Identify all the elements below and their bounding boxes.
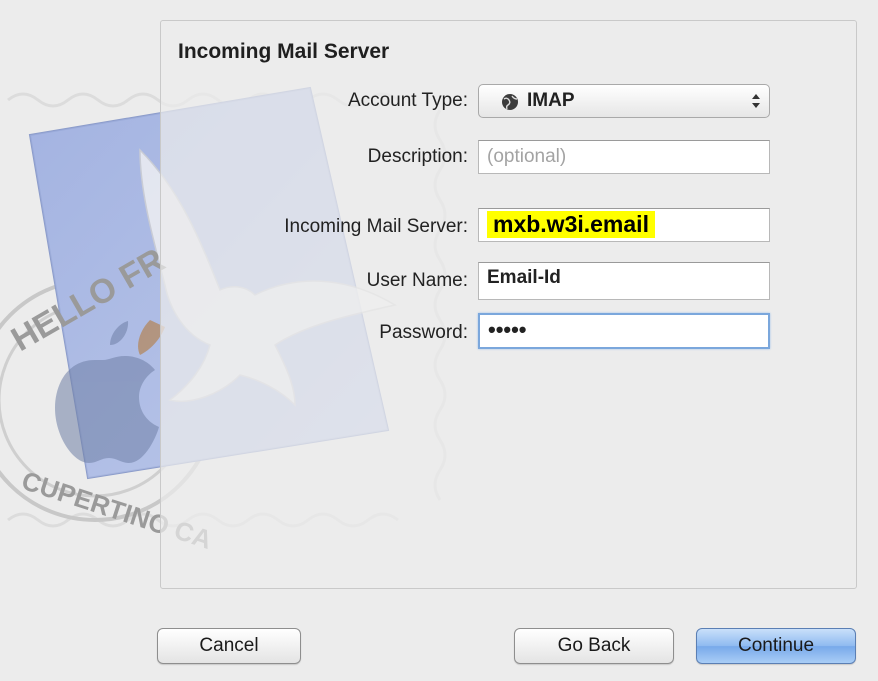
account-type-label: Account Type: xyxy=(347,90,468,111)
account-type-select[interactable]: IMAP xyxy=(478,84,770,118)
continue-button[interactable]: Continue xyxy=(696,628,856,664)
description-label: Description: xyxy=(367,146,468,167)
incoming-server-field[interactable]: mxb.w3i.email xyxy=(478,208,770,242)
incoming-server-value: mxb.w3i.email xyxy=(487,211,655,238)
select-arrows-icon xyxy=(752,94,760,108)
username-field[interactable]: Email-Id xyxy=(478,262,770,300)
go-back-button[interactable]: Go Back xyxy=(514,628,674,664)
password-field[interactable]: ••••• xyxy=(478,313,770,349)
account-type-value: IMAP xyxy=(527,90,575,111)
description-field[interactable]: (optional) xyxy=(478,140,770,174)
cancel-button[interactable]: Cancel xyxy=(157,628,301,664)
section-title: Incoming Mail Server xyxy=(178,40,390,63)
incoming-server-label: Incoming Mail Server: xyxy=(284,216,468,237)
username-label: User Name: xyxy=(366,270,468,291)
password-label: Password: xyxy=(379,322,468,343)
password-value: ••••• xyxy=(488,317,527,342)
globe-icon xyxy=(502,94,518,110)
